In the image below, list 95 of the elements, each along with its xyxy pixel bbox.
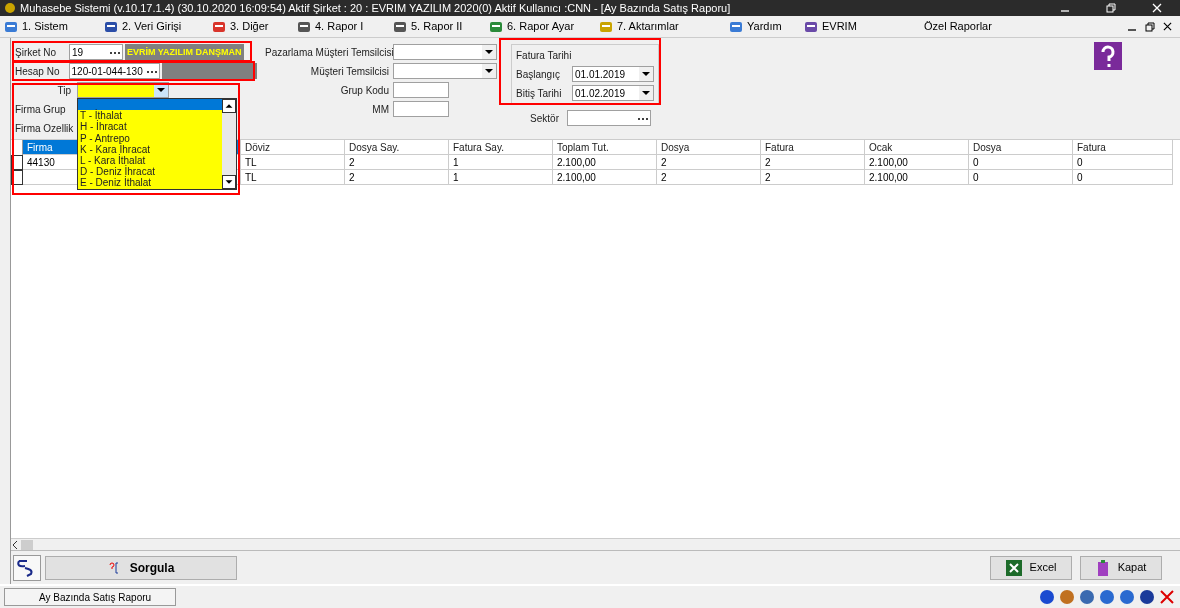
table-cell: 2.100,00 xyxy=(553,170,657,185)
table-cell: 2 xyxy=(345,155,449,170)
menu-item[interactable]: 6. Rapor Ayar xyxy=(489,18,599,35)
menu-icon xyxy=(393,19,407,34)
door-icon xyxy=(1095,559,1110,576)
scroll-left-icon[interactable] xyxy=(11,539,19,550)
menu-icon xyxy=(104,19,118,34)
account-number-field[interactable]: 120-01-044-130 xyxy=(68,63,160,79)
table-cell: 2 xyxy=(345,170,449,185)
column-header[interactable]: Fatura xyxy=(1073,140,1173,155)
column-header[interactable]: Fatura Say. xyxy=(449,140,553,155)
field-label: Sektör xyxy=(529,111,560,126)
menu-icon xyxy=(212,19,226,34)
caret-icon[interactable] xyxy=(482,45,496,59)
menu-icon xyxy=(297,19,311,34)
menu-icon xyxy=(804,19,818,34)
menu-item[interactable]: 1. Sistem xyxy=(4,18,104,35)
table-cell: TL xyxy=(241,155,345,170)
end-date-field[interactable]: 01.02.2019 xyxy=(572,85,654,101)
query-button[interactable]: Sorgula xyxy=(45,555,237,580)
spreadsheet-icon xyxy=(1005,559,1022,576)
company-number-field[interactable]: 19 xyxy=(69,44,123,60)
menu-icon xyxy=(489,19,503,34)
field-label: Başlangıç xyxy=(516,67,561,82)
column-header[interactable]: Ocak xyxy=(865,140,969,155)
window-title: Muhasebe Sistemi (v.10.17.1.4) (30.10.2020 16:09:54) Aktif Şirket : 20 : EVRIM YAZILIM 2020(0) Aktif Kullanıcı :CNN - [Ay Bazında Satış Raporu] xyxy=(20,0,732,16)
menu-item[interactable]: Özel Raporlar xyxy=(924,18,1004,35)
table-cell: 0 xyxy=(1073,170,1173,185)
menu-icon xyxy=(599,19,613,34)
table-cell: 2 xyxy=(657,155,761,170)
vertical-scrollbar[interactable] xyxy=(222,99,236,189)
menu-item[interactable]: 7. Aktarımlar xyxy=(599,18,729,35)
close-button[interactable]: Kapat xyxy=(1080,555,1162,580)
scroll-up-icon[interactable] xyxy=(222,99,236,113)
field-label: Grup Kodu xyxy=(339,83,389,98)
group-code-field[interactable] xyxy=(393,82,449,98)
dropdown-option[interactable]: L - Kara İthalat xyxy=(78,154,222,167)
dropdown-option[interactable] xyxy=(78,99,222,111)
table-cell: 2 xyxy=(761,155,865,170)
column-header[interactable]: Toplam Tut. xyxy=(553,140,657,155)
table-cell: 2 xyxy=(657,170,761,185)
company-name: EVRİM YAZILIM DANŞMAN xyxy=(125,44,244,60)
dropdown-option[interactable]: H - İhracat xyxy=(78,121,222,133)
table-cell: 0 xyxy=(969,155,1073,170)
menu-item[interactable]: Yardım xyxy=(729,18,804,35)
table-cell: 1 xyxy=(449,170,553,185)
dropdown-option[interactable]: K - Kara İhracat xyxy=(78,143,222,155)
caret-icon[interactable] xyxy=(639,67,653,81)
field-label: MM xyxy=(371,102,389,117)
question-mark-icon[interactable] xyxy=(1094,42,1122,70)
column-header[interactable]: Dosya Say. xyxy=(345,140,449,155)
start-date-field[interactable]: 01.01.2019 xyxy=(572,66,654,82)
table-cell: TL xyxy=(241,170,345,185)
menu-item[interactable]: 2. Veri Girişi xyxy=(104,18,212,35)
field-label: Şirket No xyxy=(15,45,58,60)
sector-field[interactable] xyxy=(567,110,651,126)
field-label: Fatura Tarihi xyxy=(516,49,573,63)
menu-item[interactable]: EVRIM xyxy=(804,18,900,35)
taskbar-item[interactable]: Ay Bazında Satış Raporu xyxy=(4,588,176,606)
field-label: Tip xyxy=(56,83,72,98)
dropdown-option[interactable]: E - Deniz İthalat xyxy=(78,177,222,189)
caret-icon[interactable] xyxy=(639,86,653,100)
dropdown-option[interactable]: T - İthalat xyxy=(78,110,222,122)
column-header[interactable]: Dosya xyxy=(657,140,761,155)
field-label: Firma Grup xyxy=(15,102,66,117)
table-cell: 2.100,00 xyxy=(865,170,969,185)
column-header[interactable]: Dosya xyxy=(969,140,1073,155)
scroll-down-icon[interactable] xyxy=(222,175,236,189)
caret-icon[interactable] xyxy=(482,64,496,78)
table-cell: 2 xyxy=(761,170,865,185)
table-cell: 2.100,00 xyxy=(553,155,657,170)
menu-item[interactable]: 4. Rapor I xyxy=(297,18,393,35)
column-header[interactable]: Döviz xyxy=(241,140,345,155)
restore-icon[interactable] xyxy=(1106,3,1116,13)
field-label: Müşteri Temsilcisi xyxy=(309,64,389,79)
app-icon xyxy=(4,2,16,14)
menu-icon xyxy=(729,19,743,34)
excel-button[interactable]: Excel xyxy=(990,555,1072,580)
menu-item[interactable]: 5. Rapor II xyxy=(393,18,489,35)
table-cell: 0 xyxy=(969,170,1073,185)
field-label: Bitiş Tarihi xyxy=(516,86,563,101)
horizontal-scrollbar[interactable] xyxy=(11,538,1180,550)
restore-icon[interactable] xyxy=(1145,21,1155,32)
scrollbar-thumb[interactable] xyxy=(21,539,33,550)
table-cell: 0 xyxy=(1073,155,1173,170)
column-header[interactable]: Fatura xyxy=(761,140,865,155)
menu-icon xyxy=(4,19,18,34)
field-label: Hesap No xyxy=(15,64,61,79)
mm-field[interactable] xyxy=(393,101,449,117)
close-icon[interactable] xyxy=(1163,22,1172,31)
table-cell: 1 xyxy=(449,155,553,170)
table-cell: 2.100,00 xyxy=(865,155,969,170)
menu-item[interactable]: 3. Diğer xyxy=(212,18,297,35)
dropdown-option[interactable]: P - Antrepo xyxy=(78,132,222,144)
logo-button[interactable] xyxy=(13,554,41,581)
